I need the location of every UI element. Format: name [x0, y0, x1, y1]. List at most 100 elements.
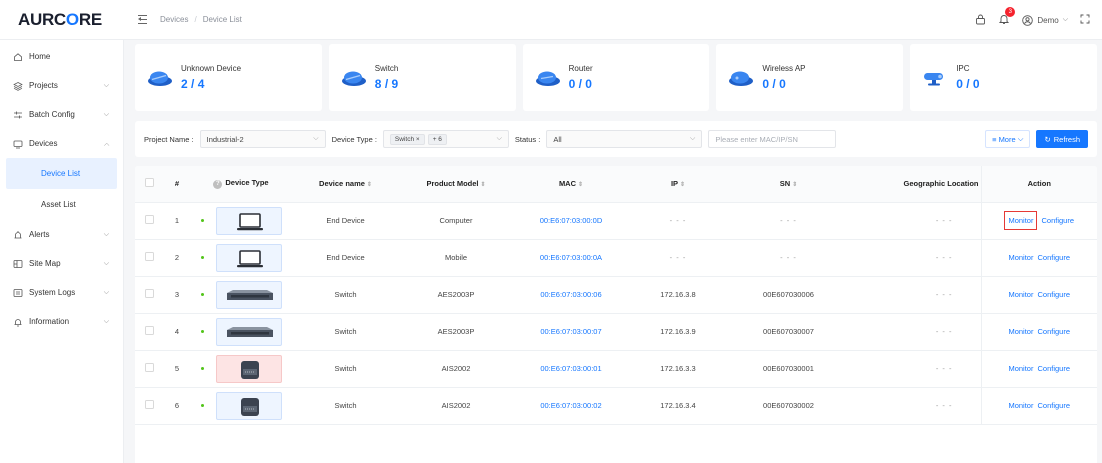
sort-icon[interactable]: ⇕	[367, 182, 372, 188]
sidebar-item-system-logs[interactable]: System Logs ⌵	[0, 278, 123, 307]
sidebar-subitem-device-list[interactable]: Device List	[6, 158, 117, 189]
row-checkbox[interactable]	[135, 239, 163, 277]
row-checkbox[interactable]	[135, 276, 163, 314]
action-cell: Monitor Configure	[980, 313, 1097, 351]
configure-link[interactable]: Configure	[1037, 290, 1070, 299]
sidebar-subitem-asset-list[interactable]: Asset List	[0, 189, 123, 220]
geographic-location-cell: - - -	[851, 239, 981, 277]
row-number: 4	[163, 313, 191, 351]
sidebar-item-alerts[interactable]: Alerts ⌵	[0, 220, 123, 249]
card-switch[interactable]: Switch 8 / 9	[328, 44, 516, 111]
status-select[interactable]: All ⌵	[546, 130, 703, 148]
alerts-icon	[13, 230, 23, 240]
configure-link[interactable]: Configure	[1041, 216, 1074, 225]
action-cell: Monitor Configure	[980, 202, 1097, 240]
breadcrumb-separator: /	[194, 15, 197, 24]
ip-cell: 172.16.3.3	[630, 350, 726, 388]
device-type-cell	[191, 313, 291, 351]
search-input[interactable]: Please enter MAC/IP/SN	[708, 130, 837, 148]
sidebar-item-home[interactable]: Home	[0, 42, 123, 71]
sidebar-item-batch-config[interactable]: Batch Config ⌵	[0, 100, 123, 129]
menu-fold-icon[interactable]	[138, 14, 154, 26]
fullscreen-icon[interactable]	[1080, 14, 1090, 26]
monitor-link[interactable]: Monitor	[1008, 401, 1033, 410]
row-checkbox[interactable]	[135, 313, 163, 351]
monitor-link[interactable]: Monitor	[1008, 290, 1033, 299]
column-header-mac[interactable]: MAC ⇕	[512, 166, 630, 203]
sidebar-item-projects[interactable]: Projects ⌵	[0, 71, 123, 100]
configure-link[interactable]: Configure	[1037, 253, 1070, 262]
sort-icon[interactable]: ⇕	[481, 182, 486, 188]
row-number: 5	[163, 350, 191, 388]
mac-link[interactable]: 00:E6:07:03:00:01	[512, 350, 630, 388]
device-type-select[interactable]: Switch × + 6 ⌵	[382, 130, 509, 148]
row-checkbox[interactable]	[135, 350, 163, 388]
configure-link[interactable]: Configure	[1037, 327, 1070, 336]
notification-bell[interactable]: 3	[998, 7, 1016, 27]
computer-image	[215, 243, 282, 272]
device-type-tag[interactable]: Switch ×	[389, 133, 425, 145]
close-icon[interactable]: ×	[416, 136, 420, 143]
online-status-dot	[200, 404, 204, 407]
action-cell: Monitor Configure	[980, 350, 1097, 388]
column-header-device-name[interactable]: Device name ⇕	[291, 166, 400, 203]
column-header-product-model[interactable]: Product Model ⇕	[400, 166, 512, 203]
chevron-down-icon: ⌵	[496, 135, 502, 142]
monitor-link[interactable]: Monitor	[1008, 364, 1033, 373]
geographic-location-cell: - - -	[851, 276, 981, 314]
sort-icon[interactable]: ⇕	[680, 182, 685, 188]
system-logs-icon	[13, 288, 23, 298]
table-row[interactable]: 3 Switch AES2003P 00:E6:07:03:00:06 172.16.3…	[135, 276, 1097, 314]
monitor-link[interactable]: Monitor	[1008, 327, 1033, 336]
project-name-label: Project Name :	[144, 134, 194, 144]
rack-switch-image	[215, 280, 282, 309]
monitor-link[interactable]: Monitor	[1008, 253, 1033, 262]
table-row[interactable]: 5 Switch AIS2002 00:E6:07:03:00:01 172.16.3.…	[135, 350, 1097, 388]
lock-icon[interactable]	[975, 14, 986, 27]
product-model-cell: AIS2002	[400, 350, 512, 388]
sidebar-item-site-map[interactable]: Site Map ⌵	[0, 249, 123, 278]
sidebar-item-label: Home	[29, 52, 51, 61]
column-header-ip[interactable]: IP ⇕	[630, 166, 726, 203]
card-wireless-ap[interactable]: Wireless AP 0 / 0	[716, 44, 904, 111]
table-row[interactable]: 1 End Device Computer 00:E6:07:03:00:0D - - …	[135, 202, 1097, 240]
geographic-location-cell: - - -	[851, 387, 981, 425]
chevron-down-icon: ⌵	[103, 259, 109, 267]
configure-link[interactable]: Configure	[1037, 364, 1070, 373]
sidebar-item-devices[interactable]: Devices ⌵	[0, 129, 123, 158]
project-name-select[interactable]: Industrial-2 ⌵	[199, 130, 326, 148]
column-header-sn[interactable]: SN ⇕	[726, 166, 851, 203]
row-number: 1	[163, 202, 191, 240]
mac-link[interactable]: 00:E6:07:03:00:06	[512, 276, 630, 314]
breadcrumb-devices[interactable]: Devices	[160, 15, 188, 24]
row-checkbox[interactable]	[135, 387, 163, 425]
mac-link[interactable]: 00:E6:07:03:00:02	[512, 387, 630, 425]
sort-icon[interactable]: ⇕	[578, 182, 583, 188]
mac-link[interactable]: 00:E6:07:03:00:07	[512, 313, 630, 351]
table-row[interactable]: 4 Switch AES2003P 00:E6:07:03:00:07 172.16.3…	[135, 313, 1097, 351]
logo[interactable]: AURCORE	[0, 10, 124, 30]
mac-link[interactable]: 00:E6:07:03:00:0D	[512, 202, 630, 240]
refresh-button[interactable]: ↻ Refresh	[1036, 130, 1088, 148]
help-icon[interactable]: ?	[213, 180, 223, 190]
device-table: # ? Device Type Device name ⇕ Product Mode…	[135, 166, 1097, 463]
chevron-down-icon: ⌵	[103, 81, 109, 89]
more-button[interactable]: ≡ More ⌵	[985, 130, 1031, 148]
table-row[interactable]: 6 Switch AIS2002 00:E6:07:03:00:02 172.16.3.…	[135, 387, 1097, 425]
row-checkbox[interactable]	[135, 202, 163, 240]
table-row[interactable]: 2 End Device Mobile 00:E6:07:03:00:0A - - --…	[135, 239, 1097, 277]
chevron-down-icon: ⌵	[103, 317, 109, 325]
select-all-checkbox[interactable]	[135, 166, 163, 203]
monitor-link[interactable]: Monitor	[1004, 211, 1038, 230]
configure-link[interactable]: Configure	[1037, 401, 1070, 410]
sort-icon[interactable]: ⇕	[792, 182, 797, 188]
router-icon	[535, 71, 560, 86]
user-menu[interactable]: Demo ⌵	[1022, 14, 1068, 26]
mac-link[interactable]: 00:E6:07:03:00:0A	[512, 239, 630, 277]
card-router[interactable]: Router 0 / 0	[522, 44, 710, 111]
device-name-cell: Switch	[291, 313, 400, 351]
card-ipc[interactable]: IPC 0 / 0	[910, 44, 1097, 111]
card-unknown-device[interactable]: Unknown Device 2 / 4	[135, 44, 322, 111]
sidebar-item-information[interactable]: Information ⌵	[0, 307, 123, 336]
action-cell: Monitor Configure	[980, 276, 1097, 314]
